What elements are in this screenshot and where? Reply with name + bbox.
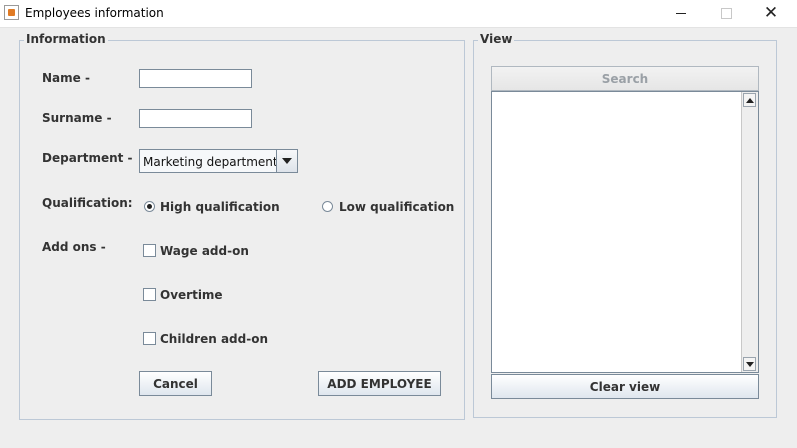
addons-label: Add ons - [42,240,106,254]
title-bar: Employees information ✕ [0,0,797,28]
surname-input[interactable] [139,109,252,128]
high-qualification-radio[interactable] [144,201,155,212]
java-app-icon [4,5,19,20]
scroll-up-icon[interactable] [743,93,756,107]
close-icon: ✕ [763,3,779,23]
vertical-scrollbar[interactable] [741,92,758,372]
overtime-checkbox[interactable] [143,288,156,301]
department-dropdown[interactable]: Marketing department [139,149,298,173]
information-panel-title: Information [24,32,108,46]
maximize-button[interactable] [703,0,749,27]
qualification-label: Qualification: [42,196,133,210]
children-addon-checkbox[interactable] [143,332,156,345]
minimize-icon [676,13,686,14]
maximize-icon [720,8,732,19]
view-panel-title: View [478,32,515,46]
surname-label: Surname - [42,111,112,125]
children-addon-label[interactable]: Children add-on [160,332,268,346]
low-qualification-label[interactable]: Low qualification [339,200,454,214]
wage-addon-checkbox[interactable] [143,244,156,257]
clear-view-button[interactable]: Clear view [491,374,759,399]
search-button[interactable]: Search [491,66,759,91]
cancel-button[interactable]: Cancel [139,371,212,396]
department-selected: Marketing department [143,155,278,169]
scroll-down-icon[interactable] [743,357,756,371]
name-input[interactable] [139,69,252,88]
department-label: Department - [42,151,133,165]
minimize-button[interactable] [658,0,704,27]
overtime-label[interactable]: Overtime [160,288,223,302]
window-title: Employees information [25,6,164,20]
name-label: Name - [42,71,90,85]
information-panel: Information [19,32,465,420]
chevron-down-icon[interactable] [276,150,297,172]
high-qualification-label[interactable]: High qualification [160,200,280,214]
close-button[interactable]: ✕ [748,0,794,27]
view-output-area[interactable] [491,91,759,373]
add-employee-button[interactable]: ADD EMPLOYEE [318,371,441,396]
wage-addon-label[interactable]: Wage add-on [160,244,249,258]
low-qualification-radio[interactable] [322,201,333,212]
